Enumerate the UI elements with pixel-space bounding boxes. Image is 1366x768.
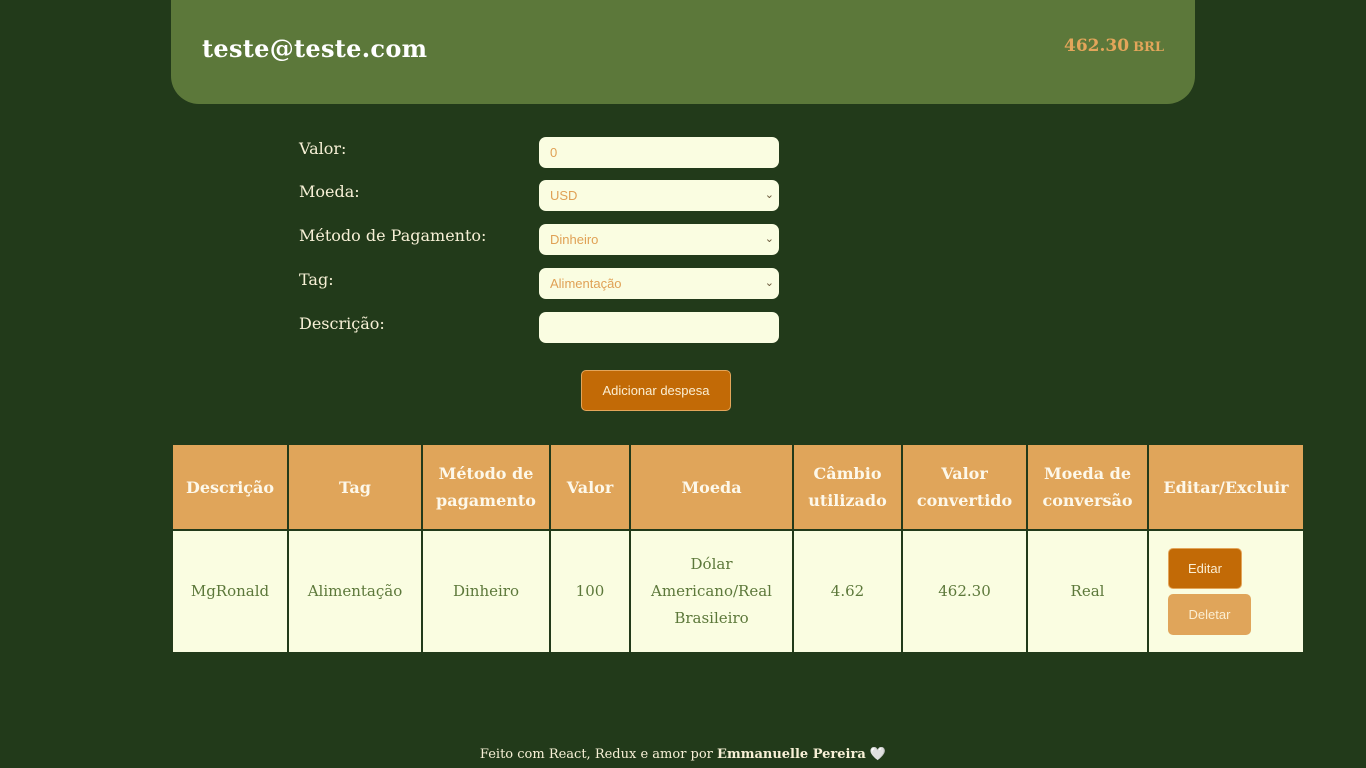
total-value: 462.30 [1064,36,1130,56]
th-valor: Valor [549,443,631,531]
footer-author: Emmanuelle Pereira [717,747,866,762]
wallet-header: teste@teste.com 462.30 BRL [171,0,1195,104]
total-expenses: 462.30 BRL [1064,36,1164,56]
tag-select[interactable]: Alimentação ⌄ [539,268,779,299]
valor-input[interactable]: 0 [539,137,779,168]
expenses-table: Descrição Tag Método de pagamento Valor … [171,443,1305,654]
moeda-select-value: USD [550,188,578,203]
form-row-tag: Tag: Alimentação ⌄ [299,268,779,299]
th-moeda-conversao: Moeda de conversão [1026,443,1149,531]
chevron-down-icon: ⌄ [764,233,774,245]
table-header-row: Descrição Tag Método de pagamento Valor … [171,443,1305,531]
user-email: teste@teste.com [202,34,428,63]
footer: Feito com React, Redux e amor por Emmanu… [0,747,1366,762]
cell-metodo: Dinheiro [421,529,551,654]
descricao-input[interactable] [539,312,779,343]
chevron-down-icon: ⌄ [764,277,774,289]
th-moeda: Moeda [629,443,794,531]
cell-moeda-conversao: Real [1026,529,1149,654]
heart-icon: 🤍 [869,747,887,762]
metodo-select-value: Dinheiro [550,232,599,247]
th-editar-excluir: Editar/Excluir [1147,443,1305,531]
footer-text: Feito com React, Redux e amor por [479,747,718,762]
form-row-descricao: Descrição: [299,312,779,343]
th-cambio: Câmbio utilizado [792,443,903,531]
moeda-label: Moeda: [299,182,360,201]
total-currency: BRL [1133,40,1164,55]
tag-select-value: Alimentação [550,276,622,291]
cell-descricao: MgRonald [171,529,289,654]
delete-button[interactable]: Deletar [1168,594,1251,635]
form-row-moeda: Moeda: USD ⌄ [299,180,779,211]
cell-valor-convertido: 462.30 [901,529,1028,654]
th-metodo: Método de pagamento [421,443,551,531]
cell-tag: Alimentação [287,529,423,654]
th-descricao: Descrição [171,443,289,531]
form-row-metodo: Método de Pagamento: Dinheiro ⌄ [299,224,779,255]
cell-valor: 100 [549,529,631,654]
edit-button[interactable]: Editar [1168,548,1242,589]
add-expense-button[interactable]: Adicionar despesa [581,370,731,411]
th-valor-convertido: Valor convertido [901,443,1028,531]
chevron-down-icon: ⌄ [764,189,774,201]
moeda-select[interactable]: USD ⌄ [539,180,779,211]
metodo-select[interactable]: Dinheiro ⌄ [539,224,779,255]
valor-label: Valor: [299,139,347,158]
form-row-valor: Valor: 0 [299,137,779,168]
cell-cambio: 4.62 [792,529,903,654]
cell-moeda: Dólar Americano/Real Brasileiro [629,529,794,654]
descricao-label: Descrição: [299,314,385,333]
th-tag: Tag [287,443,423,531]
cell-actions: Editar Deletar [1147,529,1305,654]
table-row: MgRonald Alimentação Dinheiro 100 Dólar … [171,529,1305,654]
tag-label: Tag: [299,270,334,289]
metodo-label: Método de Pagamento: [299,226,487,245]
